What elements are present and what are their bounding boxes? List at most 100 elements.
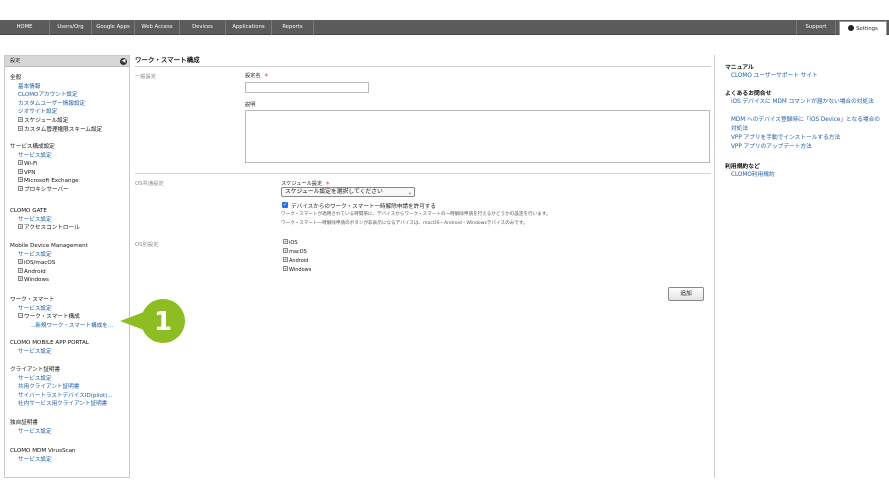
nav-users-org[interactable]: Users/Org	[50, 20, 92, 35]
sidebar-group-own-cert: 独自証明書 サービス設定	[10, 419, 132, 436]
allow-checkbox[interactable]: ✓	[282, 202, 288, 208]
description-textarea[interactable]	[245, 110, 710, 163]
sidebar-tree-wifi[interactable]: + Wi-Fi	[10, 160, 132, 169]
expand-icon[interactable]: +	[18, 160, 23, 166]
section-os-common: OS共通設定	[135, 181, 164, 187]
nav-google-apps[interactable]: Google Apps	[92, 20, 135, 35]
section-general: 一般設定	[135, 74, 157, 80]
sidebar-link-custom-user[interactable]: カスタムユーザー情報設定	[10, 100, 132, 109]
faq-title: よくあるお問合せ	[725, 91, 772, 97]
terms-link[interactable]: CLOMO利用規約	[731, 171, 883, 180]
sidebar-link-service-settings[interactable]: サービス設定	[10, 375, 132, 384]
chevron-down-icon: ⌄	[407, 190, 412, 196]
sidebar-group-title: CLOMO GATE	[10, 208, 47, 214]
sidebar-group-title: サービス構成設定	[10, 144, 55, 150]
sidebar-group-title: ワーク・スマート	[10, 297, 55, 303]
expand-icon[interactable]: +	[18, 276, 23, 282]
sidebar-link-service-settings[interactable]: サービス設定	[10, 152, 132, 161]
sidebar-group-client-cert: クライアント証明書 サービス設定 共用クライアント証明書 サイバートラストデバイ…	[10, 366, 132, 409]
nav-support[interactable]: Support	[796, 20, 836, 35]
nav-web-access[interactable]: Web Access	[135, 20, 180, 35]
sidebar-group-title: クライアント証明書	[10, 367, 61, 373]
nav-settings-tab[interactable]: Settings	[839, 21, 887, 35]
allow-label: デバイスからのワーク・スマート一時解除申請を許可する	[291, 204, 436, 210]
os-item-ios[interactable]: + iOS	[283, 239, 298, 246]
os-item-macos[interactable]: + macOS	[283, 248, 307, 255]
sidebar-title: 設定	[10, 58, 21, 64]
manual-link-support-site[interactable]: CLOMO ユーザーサポート サイト	[731, 72, 883, 81]
name-label: 設定名＊	[245, 73, 269, 79]
sidebar-group-title: 全般	[10, 75, 22, 81]
top-navigation: HOME Users/Org Google Apps Web Access De…	[0, 20, 889, 35]
add-button[interactable]: 追加	[668, 287, 704, 301]
sidebar-link-new-worksmart-config[interactable]: ...新規ワーク・スマート構成を...	[10, 322, 132, 331]
sidebar-link-service-settings[interactable]: サービス設定	[10, 456, 132, 465]
sidebar-tree-android[interactable]: + Android	[10, 267, 132, 277]
sidebar-group-virusscan: CLOMO MDM VirusScan サービス設定	[10, 447, 132, 464]
sidebar-group-portal: CLOMO MOBILE APP PORTAL サービス設定	[10, 339, 132, 356]
expand-icon[interactable]: +	[18, 185, 23, 191]
faq-link-ios-device[interactable]: MDM へのデバイス登録時に「iOS Device」となる場合の対処法	[731, 116, 883, 133]
nav-applications[interactable]: Applications	[226, 20, 272, 35]
expand-icon[interactable]: +	[283, 239, 288, 244]
sidebar-link-cybertrust[interactable]: サイバートラストデバイスID(pilot)...	[10, 392, 132, 401]
expand-icon[interactable]: +	[18, 168, 23, 174]
sidebar-tree-vpn[interactable]: + VPN	[10, 168, 132, 178]
sidebar-link-account[interactable]: CLOMOアカウント設定	[10, 91, 132, 100]
faq-link-ios-mdm[interactable]: iOS デバイスに MDM コマンドが届かない場合の対処法	[731, 98, 883, 107]
callout-pointer	[120, 312, 144, 330]
os-item-android[interactable]: + Android	[283, 257, 308, 264]
terms-title: 利用規約など	[725, 164, 760, 170]
expand-icon[interactable]: +	[18, 177, 23, 183]
sidebar-tree-windows[interactable]: + Windows	[10, 276, 132, 285]
expand-icon[interactable]: +	[283, 248, 288, 253]
sidebar-tree-worksmart-config[interactable]: − ワーク・スマート構成	[10, 313, 132, 322]
collapse-icon[interactable]: ◀	[120, 58, 127, 65]
sidebar-tree-exchange[interactable]: + Microsoft Exchange	[10, 177, 132, 186]
faq-link-vpp-update[interactable]: VPP アプリのアップデート方法	[731, 143, 883, 152]
sidebar-link-shared-cert[interactable]: 共用クライアント証明書	[10, 383, 132, 392]
sidebar-link-service-settings[interactable]: サービス設定	[10, 305, 132, 314]
sidebar-group-service: サービス構成設定 サービス設定 + Wi-Fi + VPN + Microsoft E…	[10, 143, 132, 195]
section-os-specific: OS別設定	[135, 242, 159, 248]
expand-icon[interactable]: +	[18, 267, 23, 273]
os-item-windows[interactable]: + Windows	[283, 266, 311, 273]
sidebar-link-internal-cert[interactable]: 社内サービス用クライアント証明書	[10, 400, 132, 409]
sidebar-tree-access-control[interactable]: + アクセスコントロール	[10, 224, 132, 233]
expand-icon[interactable]: +	[18, 125, 23, 131]
nav-home[interactable]: HOME	[0, 20, 50, 35]
nav-reports[interactable]: Reports	[272, 20, 314, 35]
manual-title: マニュアル	[725, 65, 754, 71]
sidebar-tree-proxy[interactable]: + プロキシサーバー	[10, 185, 132, 195]
sidebar-tree-schedule[interactable]: + スケジュール設定	[10, 116, 132, 126]
sidebar-group-title: CLOMO MOBILE APP PORTAL	[10, 340, 89, 346]
schedule-label: スケジュール設定＊	[281, 181, 331, 187]
settings-label: Settings	[856, 26, 878, 32]
expand-icon[interactable]: +	[18, 224, 23, 230]
expand-icon[interactable]: +	[18, 259, 23, 265]
page-title: ワーク・スマート構成	[135, 55, 711, 67]
schedule-select[interactable]: スケジュール設定を選択してください ⌄	[281, 187, 415, 197]
sidebar-link-basic-info[interactable]: 基本情報	[10, 83, 132, 92]
help-panel: マニュアル CLOMO ユーザーサポート サイト よくあるお問合せ iOS デバ…	[714, 55, 886, 478]
faq-link-vpp-install[interactable]: VPP アプリを手動でインストールする方法	[731, 134, 883, 143]
sidebar-tree-ios-macos[interactable]: + iOS/macOS	[10, 259, 132, 268]
settings-sidebar: 設定 ◀ 全般 基本情報 CLOMOアカウント設定 カスタムユーザー情報設定 ジ…	[4, 55, 130, 478]
sidebar-link-service-settings[interactable]: サービス設定	[10, 348, 132, 357]
expand-icon[interactable]: +	[18, 116, 23, 122]
gear-icon	[848, 24, 855, 31]
nav-devices[interactable]: Devices	[180, 20, 226, 35]
sidebar-tree-custom-permission[interactable]: + カスタム管理権限スキーム設定	[10, 125, 132, 135]
description-label: 説明	[245, 102, 256, 108]
expand-icon[interactable]: +	[283, 266, 288, 271]
callout-number: 1	[154, 307, 172, 337]
sidebar-link-service-settings[interactable]: サービス設定	[10, 216, 132, 225]
sidebar-link-service-settings[interactable]: サービス設定	[10, 251, 132, 260]
expand-icon[interactable]: +	[283, 257, 288, 262]
sidebar-group-title: CLOMO MDM VirusScan	[10, 448, 76, 454]
sidebar-group-title: 独自証明書	[10, 420, 38, 426]
collapse-tree-icon[interactable]: −	[18, 313, 23, 319]
sidebar-link-geosite[interactable]: ジオサイト設定	[10, 108, 132, 117]
sidebar-link-service-settings[interactable]: サービス設定	[10, 428, 132, 437]
name-input[interactable]	[245, 82, 369, 93]
